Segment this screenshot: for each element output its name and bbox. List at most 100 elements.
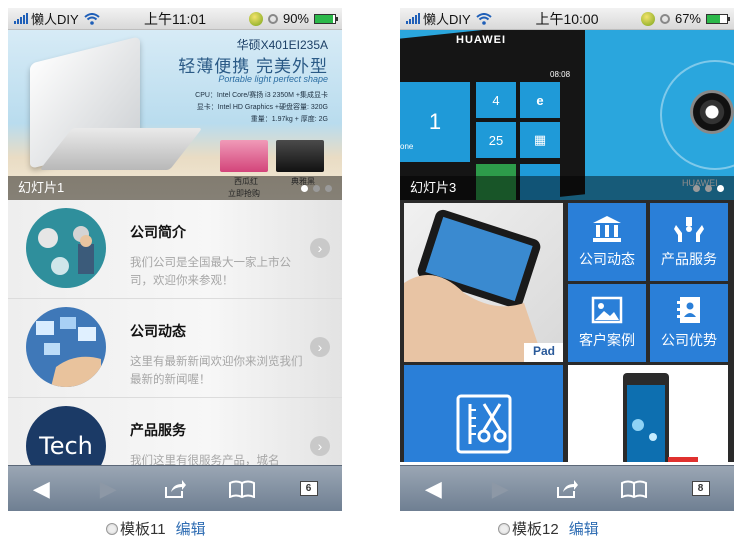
slider-dot[interactable] (705, 185, 712, 192)
scissors-ruler-icon (456, 394, 511, 454)
app-notification-icon (248, 11, 263, 26)
tab-count: 6 (299, 481, 318, 496)
share-icon (556, 479, 578, 498)
slider-dot[interactable] (693, 185, 700, 192)
image-slider[interactable]: 华硕X401EI235A 轻薄便携 完美外型 Portable light pe… (8, 30, 342, 200)
template-radio[interactable] (106, 522, 118, 535)
slider-dot[interactable] (313, 185, 320, 192)
black-laptop-image (276, 140, 324, 172)
slide-phone: HUAWEI 1 4 e 25 ▦ 08:08 one HUAWEI (400, 30, 734, 200)
battery-icon (314, 13, 338, 24)
template-12-preview[interactable]: 懒人DIY 上午10:00 67% HUAWEI 1 4 e 25 ▦ 08:0… (400, 8, 734, 511)
tile-tools[interactable] (404, 365, 563, 462)
slider-dot[interactable] (301, 185, 308, 192)
chevron-right-icon[interactable]: › (310, 337, 330, 357)
back-button[interactable]: ◀ (416, 474, 450, 504)
tile-company-advantage[interactable]: 公司优势 (650, 284, 728, 362)
slider-dot[interactable] (325, 185, 332, 192)
browser-toolbar: ◀ ▶ 6 (8, 465, 342, 511)
promo-spec: 显卡：Intel HD Graphics +硬盘容量: 320G (196, 104, 328, 111)
list-item-title: 公司简介 (130, 224, 186, 240)
rotation-lock-icon (267, 13, 278, 24)
product-phone-image[interactable] (568, 365, 728, 462)
slide-caption: 幻灯片1 (8, 176, 342, 200)
rotation-lock-icon (659, 13, 670, 24)
list-item-description: 这里有最新新闻欢迎你来浏览我们最新的新闻喔！ (130, 356, 303, 386)
image-slider[interactable]: HUAWEI 1 4 e 25 ▦ 08:08 one HUAWEI 幻灯片3 (400, 30, 734, 200)
slide-laptop: 华硕X401EI235A 轻薄便携 完美外型 Portable light pe… (8, 30, 342, 200)
battery-percent: 67% (674, 11, 701, 26)
tile-number: 4 (492, 92, 500, 108)
template-radio[interactable] (498, 522, 510, 535)
thumbnail-text: Tech (39, 432, 93, 460)
camera-image (690, 90, 734, 134)
forward-button[interactable]: ▶ (483, 474, 517, 504)
list-thumbnail (26, 307, 106, 387)
handset-edge-text: one (400, 142, 414, 151)
app-notification-icon (640, 11, 655, 26)
battery-percent: 90% (282, 11, 309, 26)
promo-subtitle: Portable light perfect shape (218, 74, 328, 84)
template-12-caption: 模板12 编辑 (498, 518, 599, 539)
store-icon: ▦ (520, 122, 560, 158)
list-item[interactable]: 公司简介 我们公司是全国最大一家上市公司，欢迎你来参观！ › (8, 200, 342, 298)
slider-dots[interactable] (693, 185, 724, 192)
tab-count: 8 (691, 481, 710, 496)
tile-number: 1 (428, 109, 442, 134)
tile-company-news[interactable]: 公司动态 (568, 203, 646, 281)
tile-customer-cases[interactable]: 客户案例 (568, 284, 646, 362)
edit-link[interactable]: 编辑 (176, 518, 206, 539)
chevron-right-icon[interactable]: › (310, 238, 330, 258)
slide-caption: 幻灯片3 (400, 176, 734, 200)
share-button[interactable] (550, 474, 584, 504)
list-thumbnail (26, 208, 106, 288)
browser-toolbar: ◀ ▶ 8 (400, 465, 734, 511)
forward-arrow-icon: ▶ (491, 475, 509, 501)
tabs-button[interactable]: 6 (292, 474, 326, 504)
promo-spec: CPU：Intel Core/赛扬 i3 2350M +集成显卡 (195, 92, 328, 99)
hand-phone-image[interactable]: Pad (404, 203, 563, 362)
handset-brand: HUAWEI (456, 34, 506, 46)
bookmarks-button[interactable] (617, 474, 651, 504)
picture-icon (591, 296, 623, 324)
pink-laptop-image (220, 140, 268, 172)
back-arrow-icon: ◀ (424, 475, 442, 501)
chevron-right-icon[interactable]: › (310, 436, 330, 456)
back-button[interactable]: ◀ (24, 474, 58, 504)
status-bar: 懒人DIY 上午10:00 67% (400, 8, 734, 30)
tile-label: 公司优势 (661, 332, 717, 348)
phone-tile: 25 (476, 122, 516, 158)
slider-dots[interactable] (301, 185, 332, 192)
promo-spec: 重量：1.97kg + 厚度: 2G (250, 116, 328, 123)
list-item-description: 我们公司是全国最大一家上市公司，欢迎你来参观！ (130, 257, 291, 287)
list-item-title: 公司动态 (130, 323, 186, 339)
tile-label: 产品服务 (661, 251, 717, 267)
forward-button[interactable]: ▶ (91, 474, 125, 504)
tile-label: 客户案例 (579, 332, 635, 348)
edit-link[interactable]: 编辑 (569, 518, 599, 539)
list-item-title: 产品服务 (130, 422, 186, 438)
share-button[interactable] (158, 474, 192, 504)
share-icon (164, 479, 186, 498)
info-list: 公司简介 我们公司是全国最大一家上市公司，欢迎你来参观！ › 公司动态 这里有最… (8, 200, 342, 496)
service-icon (674, 217, 704, 242)
status-bar: 懒人DIY 上午11:01 90% (8, 8, 342, 30)
tabs-button[interactable]: 8 (684, 474, 718, 504)
phone-tile: 4 (476, 82, 516, 118)
bookmarks-button[interactable] (225, 474, 259, 504)
tile-number: 25 (488, 132, 504, 148)
template-name: 模板11 (120, 521, 166, 538)
template-11-preview[interactable]: 懒人DIY 上午11:01 90% 华硕X401EI235A 轻薄便携 完美外型… (8, 8, 342, 511)
bank-icon (593, 216, 621, 242)
list-item[interactable]: 公司动态 这里有最新新闻欢迎你来浏览我们最新的新闻喔！ › (8, 299, 342, 397)
slider-dot[interactable] (717, 185, 724, 192)
tile-product-service[interactable]: 产品服务 (650, 203, 728, 281)
tile-grid: Pad 公司动态 产品服务 客户案例 公司优势 (400, 200, 734, 462)
battery-icon (706, 13, 730, 24)
template-name: 模板12 (512, 521, 559, 538)
forward-arrow-icon: ▶ (99, 475, 117, 501)
template-11-caption: 模板11 编辑 (106, 518, 206, 539)
book-icon (620, 480, 647, 498)
handset-clock: 08:08 (550, 70, 571, 79)
contacts-icon (677, 297, 700, 323)
